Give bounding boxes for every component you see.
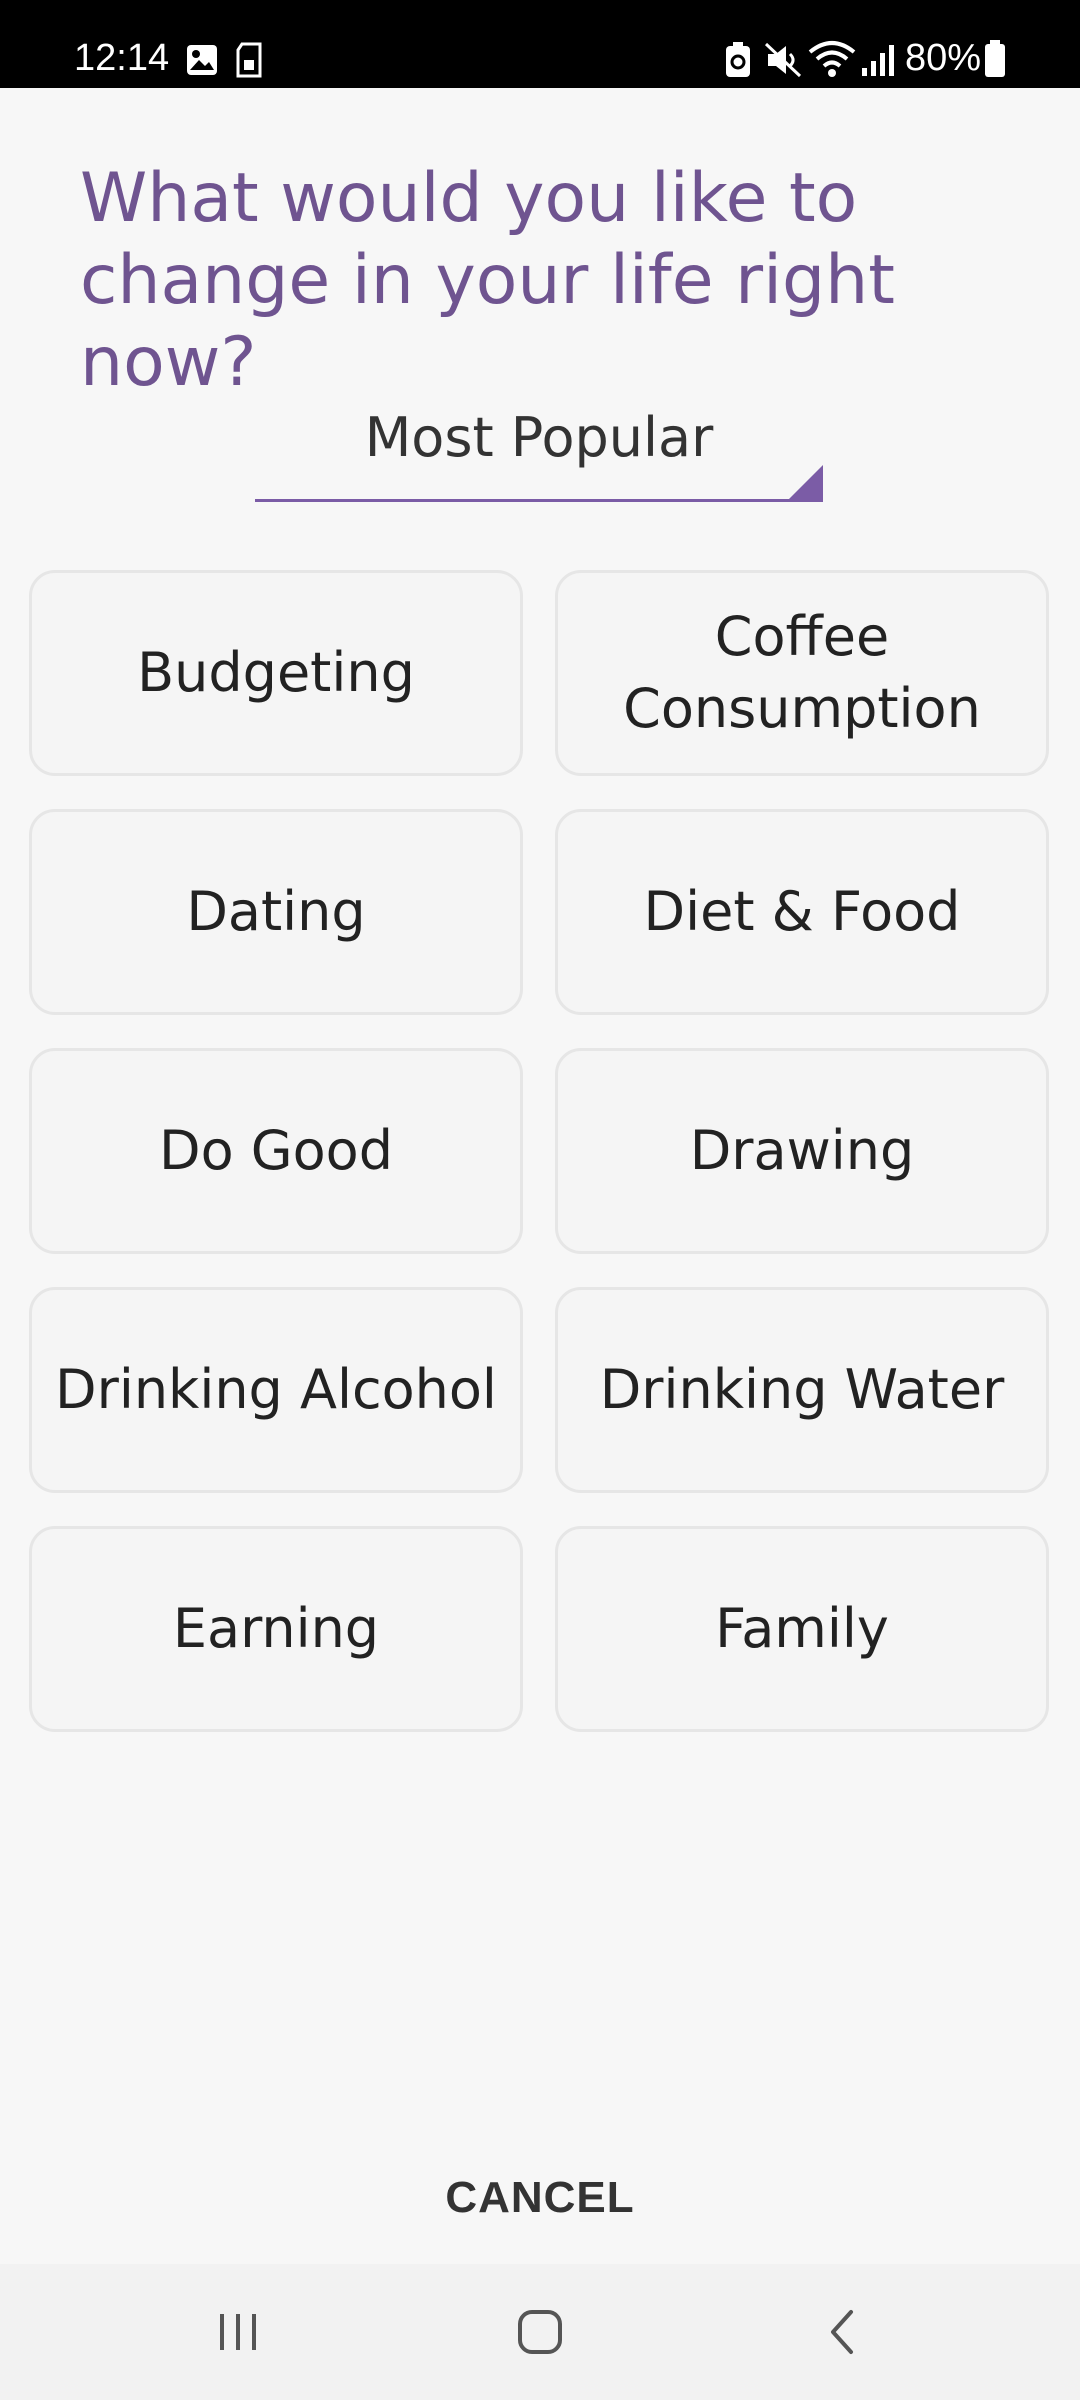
signal-icon	[862, 45, 894, 76]
wifi-icon	[808, 41, 856, 77]
home-icon	[518, 2310, 562, 2354]
category-label: Budgeting	[137, 641, 415, 704]
category-label: Family	[715, 1597, 889, 1660]
category-label: Diet & Food	[643, 880, 961, 943]
cancel-button[interactable]: CANCEL	[390, 2160, 690, 2236]
recent-apps-button[interactable]	[138, 2264, 338, 2400]
battery-percent: 80%	[905, 37, 982, 79]
filter-selected-value: Most Popular	[364, 406, 714, 469]
battery-icon	[985, 40, 1005, 77]
back-button[interactable]	[742, 2264, 942, 2400]
home-button[interactable]	[440, 2264, 640, 2400]
category-tile-drawing[interactable]: Drawing	[555, 1048, 1049, 1254]
battery-saver-icon	[726, 42, 750, 77]
category-tile-dating[interactable]: Dating	[29, 809, 523, 1015]
category-label: Drinking Water	[599, 1358, 1005, 1421]
category-label: Earning	[172, 1597, 380, 1660]
category-tile-drinking-water[interactable]: Drinking Water	[555, 1287, 1049, 1493]
category-label: Dating	[186, 880, 366, 943]
dropdown-triangle-icon	[787, 465, 823, 501]
recent-apps-icon	[220, 2314, 256, 2350]
status-bar: 12:14 80%	[0, 0, 1080, 88]
back-icon	[831, 2310, 853, 2354]
category-tile-coffee-consumption[interactable]: Coffee Consumption	[555, 570, 1049, 776]
category-tile-family[interactable]: Family	[555, 1526, 1049, 1732]
category-tile-drinking-alcohol[interactable]: Drinking Alcohol	[29, 1287, 523, 1493]
category-tile-do-good[interactable]: Do Good	[29, 1048, 523, 1254]
navigation-bar	[0, 2264, 1080, 2400]
category-label: Do Good	[159, 1119, 393, 1182]
page-title: What would you like to change in your li…	[80, 159, 895, 402]
status-time: 12:14	[74, 37, 170, 79]
category-label: Drawing	[689, 1119, 915, 1182]
sim-icon	[236, 42, 262, 78]
category-tile-budgeting[interactable]: Budgeting	[29, 570, 523, 776]
category-tile-diet-food[interactable]: Diet & Food	[555, 809, 1049, 1015]
category-label: Coffee Consumption	[623, 605, 981, 740]
category-tile-earning[interactable]: Earning	[29, 1526, 523, 1732]
image-icon	[187, 45, 217, 75]
mute-icon	[764, 42, 802, 78]
category-label: Drinking Alcohol	[55, 1358, 497, 1421]
dropdown-underline	[255, 499, 823, 502]
filter-dropdown[interactable]: Most Popular	[255, 385, 823, 503]
